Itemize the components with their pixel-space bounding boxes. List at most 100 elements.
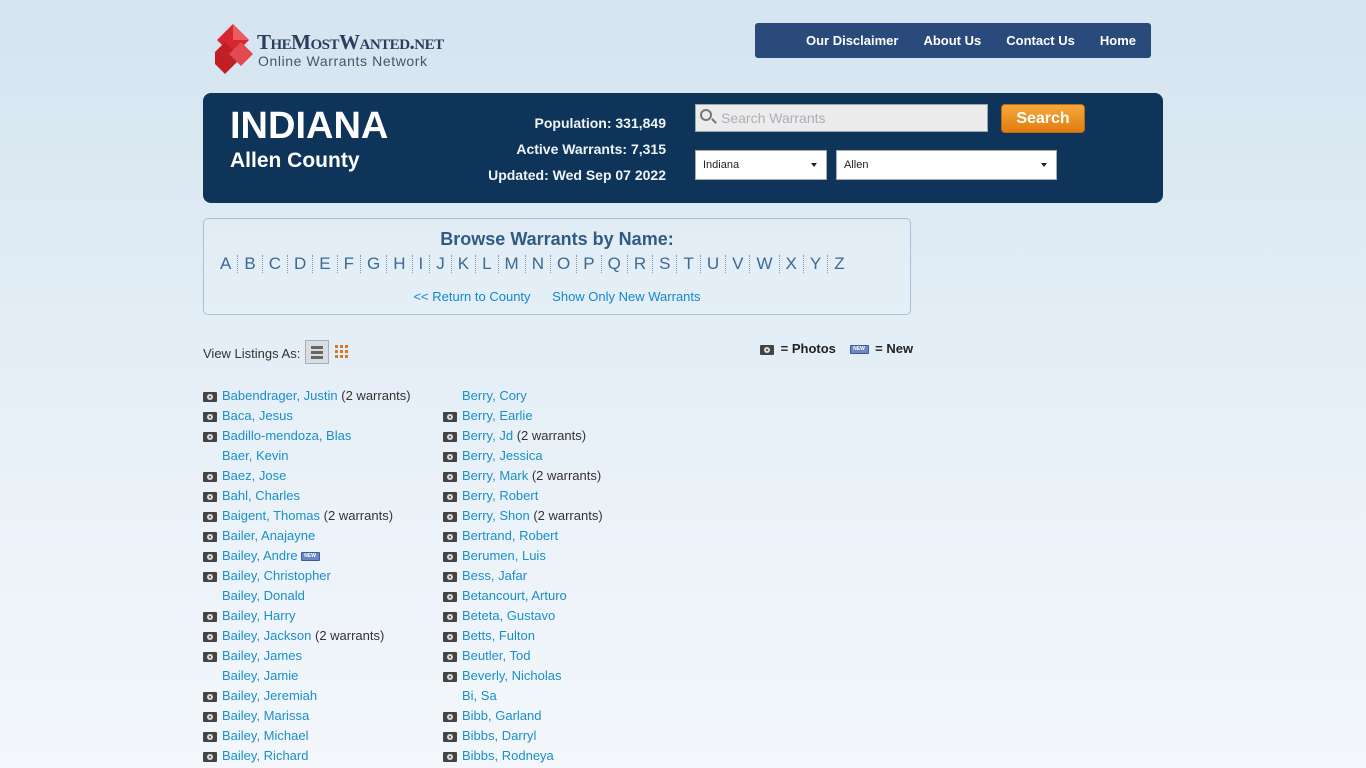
warrant-name-link[interactable]: Baigent, Thomas	[222, 508, 320, 523]
letter-link-g[interactable]: G	[361, 255, 388, 273]
warrant-name-link[interactable]: Bibbs, Rodneya	[462, 748, 554, 763]
camera-icon	[203, 472, 217, 482]
warrant-name-link[interactable]: Bailey, Andre	[222, 548, 298, 563]
warrant-name-link[interactable]: Bi, Sa	[462, 688, 497, 703]
letter-link-s[interactable]: S	[653, 255, 678, 273]
letter-link-o[interactable]: O	[551, 255, 578, 273]
letter-link-v[interactable]: V	[726, 255, 751, 273]
letter-link-d[interactable]: D	[288, 255, 314, 273]
warrant-name-link[interactable]: Bertrand, Robert	[462, 528, 558, 543]
letter-link-h[interactable]: H	[387, 255, 413, 273]
warrant-name-link[interactable]: Bibbs, Darryl	[462, 728, 536, 743]
warrant-name-link[interactable]: Beutler, Tod	[462, 648, 530, 663]
warrant-name-link[interactable]: Bailey, Harry	[222, 608, 295, 623]
letter-link-w[interactable]: W	[750, 255, 780, 273]
warrant-name-link[interactable]: Bailey, James	[222, 648, 302, 663]
listing-entry: Bailey, Harry	[222, 606, 295, 626]
chevron-down-icon	[1041, 163, 1047, 167]
warrant-name-link[interactable]: Bailey, Jeremiah	[222, 688, 317, 703]
site-logo[interactable]: TheMostWanted.net Online Warrants Networ…	[215, 22, 444, 74]
show-new-warrants-link[interactable]: Show Only New Warrants	[552, 289, 700, 304]
warrant-name-link[interactable]: Beverly, Nicholas	[462, 668, 561, 683]
state-select-value: Indiana	[703, 159, 740, 171]
warrant-count: (2 warrants)	[533, 508, 603, 523]
warrant-name-link[interactable]: Berry, Robert	[462, 488, 538, 503]
listing-entry: Bahl, Charles	[222, 486, 300, 506]
letter-link-j[interactable]: J	[430, 255, 452, 273]
nav-about[interactable]: About Us	[923, 33, 981, 48]
letter-link-k[interactable]: K	[452, 255, 477, 273]
letter-link-p[interactable]: P	[577, 255, 602, 273]
warrant-name-link[interactable]: Bailey, Richard	[222, 748, 308, 763]
warrant-name-link[interactable]: Baez, Jose	[222, 468, 286, 483]
county-select[interactable]: Allen	[836, 150, 1057, 180]
warrant-name-link[interactable]: Bailey, Christopher	[222, 568, 331, 583]
listing-entry: Berry, Jd (2 warrants)	[462, 426, 586, 446]
search-button[interactable]: Search	[1001, 104, 1085, 133]
camera-icon	[443, 732, 457, 742]
nav-home[interactable]: Home	[1100, 33, 1136, 48]
warrant-name-link[interactable]: Baca, Jesus	[222, 408, 293, 423]
letter-link-b[interactable]: B	[238, 255, 263, 273]
state-select[interactable]: Indiana	[695, 150, 827, 180]
letter-link-z[interactable]: Z	[828, 255, 850, 273]
list-view-icon[interactable]	[305, 340, 329, 364]
warrant-name-link[interactable]: Bailey, Michael	[222, 728, 308, 743]
warrant-name-link[interactable]: Baer, Kevin	[222, 448, 289, 463]
warrant-name-link[interactable]: Berry, Jessica	[462, 448, 543, 463]
letter-link-y[interactable]: Y	[804, 255, 829, 273]
search-input[interactable]: Search Warrants	[695, 104, 988, 132]
listing-entry: Berry, Earlie	[462, 406, 533, 426]
letter-link-m[interactable]: M	[499, 255, 526, 273]
camera-icon	[443, 752, 457, 762]
camera-icon	[443, 652, 457, 662]
warrant-name-link[interactable]: Berry, Shon	[462, 508, 530, 523]
warrant-name-link[interactable]: Bailey, Jamie	[222, 668, 298, 683]
warrant-name-link[interactable]: Babendrager, Justin	[222, 388, 338, 403]
letter-link-e[interactable]: E	[313, 255, 338, 273]
state-title: INDIANA	[230, 105, 389, 147]
county-stats: Population: 331,849 Active Warrants: 7,3…	[488, 110, 666, 188]
warrant-name-link[interactable]: Bailey, Marissa	[222, 708, 309, 723]
letter-link-n[interactable]: N	[526, 255, 551, 273]
warrant-name-link[interactable]: Bailey, Jackson	[222, 628, 311, 643]
browse-panel: Browse Warrants by Name: ABCDEFGHIJKLMNO…	[203, 218, 911, 315]
warrant-name-link[interactable]: Berumen, Luis	[462, 548, 546, 563]
listing-entry: Bailey, Donald	[222, 586, 305, 606]
browse-title: Browse Warrants by Name:	[440, 229, 674, 249]
letter-link-q[interactable]: Q	[602, 255, 628, 273]
nav-contact[interactable]: Contact Us	[1006, 33, 1075, 48]
warrant-name-link[interactable]: Bailey, Donald	[222, 588, 305, 603]
warrant-name-link[interactable]: Berry, Earlie	[462, 408, 533, 423]
listing-entry: Bailey, Jackson (2 warrants)	[222, 626, 384, 646]
letter-link-r[interactable]: R	[628, 255, 654, 273]
warrant-name-link[interactable]: Bess, Jafar	[462, 568, 527, 583]
letter-link-a[interactable]: A	[214, 255, 239, 273]
warrant-count: (2 warrants)	[341, 388, 411, 403]
grid-view-icon[interactable]	[335, 345, 349, 359]
search-icon	[700, 109, 712, 121]
warrant-name-link[interactable]: Bailer, Anajayne	[222, 528, 315, 543]
letter-link-i[interactable]: I	[413, 255, 431, 273]
warrant-name-link[interactable]: Betts, Fulton	[462, 628, 535, 643]
warrant-name-link[interactable]: Betancourt, Arturo	[462, 588, 567, 603]
letter-link-t[interactable]: T	[677, 255, 701, 273]
warrant-name-link[interactable]: Beteta, Gustavo	[462, 608, 555, 623]
nav-disclaimer[interactable]: Our Disclaimer	[806, 33, 899, 48]
letter-link-f[interactable]: F	[338, 255, 361, 273]
warrant-name-link[interactable]: Bahl, Charles	[222, 488, 300, 503]
listing-entry: Beutler, Tod	[462, 646, 530, 666]
camera-icon	[443, 512, 457, 522]
letter-link-c[interactable]: C	[263, 255, 288, 273]
listing-entry: Bailey, Jeremiah	[222, 686, 317, 706]
warrant-name-link[interactable]: Berry, Cory	[462, 388, 527, 403]
warrant-name-link[interactable]: Badillo-mendoza, Blas	[222, 428, 351, 443]
letter-link-u[interactable]: U	[701, 255, 727, 273]
warrant-name-link[interactable]: Berry, Jd	[462, 428, 513, 443]
warrant-name-link[interactable]: Bibb, Garland	[462, 708, 542, 723]
return-to-county-link[interactable]: << Return to County	[413, 289, 530, 304]
population-text: Population: 331,849	[534, 115, 666, 131]
warrant-name-link[interactable]: Berry, Mark	[462, 468, 528, 483]
letter-link-l[interactable]: L	[476, 255, 499, 273]
letter-link-x[interactable]: X	[780, 255, 804, 273]
